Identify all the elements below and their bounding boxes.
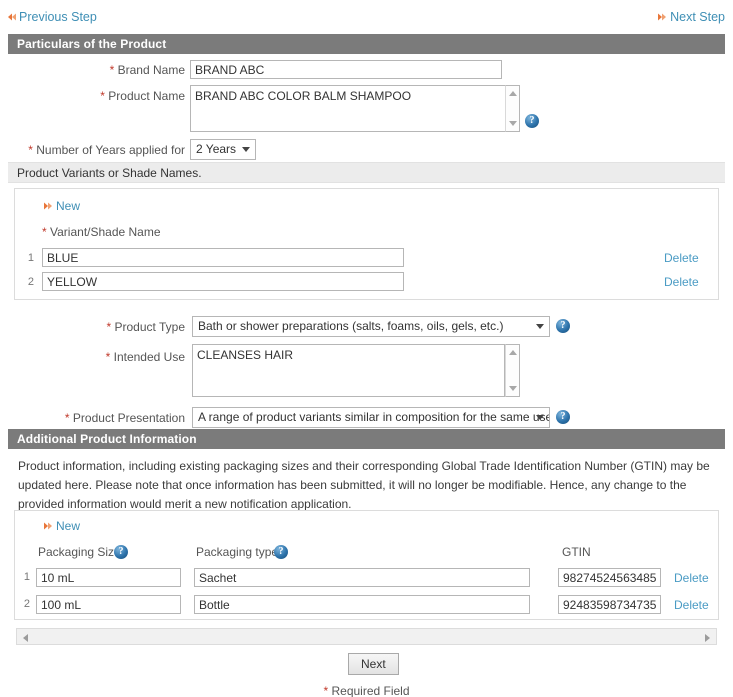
variant-name-column-header: * Variant/Shade Name xyxy=(42,225,161,239)
packaging-new-link[interactable]: New xyxy=(44,519,80,533)
product-type-select[interactable]: Bath or shower preparations (salts, foam… xyxy=(192,316,550,337)
scroll-down-icon[interactable] xyxy=(509,386,517,391)
product-type-label: * Product Type xyxy=(60,320,185,334)
intended-use-label: * Intended Use xyxy=(60,350,185,364)
product-name-scrollbar[interactable] xyxy=(505,85,520,132)
next-step-label: Next Step xyxy=(670,10,725,24)
packaging-type-input[interactable] xyxy=(194,568,530,587)
variant-name-column-label: Variant/Shade Name xyxy=(50,225,161,239)
packaging-type-column-header: Packaging type xyxy=(196,545,278,559)
section-title-variants: Product Variants or Shade Names. xyxy=(17,166,202,180)
packaging-new-label: New xyxy=(56,519,81,533)
required-marker: * xyxy=(42,225,47,239)
product-presentation-help-icon[interactable]: ? xyxy=(556,410,570,424)
packaging-size-input[interactable] xyxy=(36,595,181,614)
previous-step-link[interactable]: Previous Step xyxy=(8,10,97,24)
section-header-variants: Product Variants or Shade Names. xyxy=(8,162,725,183)
number-of-years-label: * Number of Years applied for xyxy=(20,143,185,157)
arrow-right-icon xyxy=(658,11,667,21)
arrow-left-icon xyxy=(8,11,17,21)
section-title-additional: Additional Product Information xyxy=(17,432,197,446)
previous-step-label: Previous Step xyxy=(19,10,97,24)
packaging-row-index: 1 xyxy=(23,571,30,583)
product-type-label-text: Product Type xyxy=(114,320,186,334)
packaging-size-help-icon[interactable]: ? xyxy=(114,545,128,559)
intended-use-scrollbar[interactable] xyxy=(505,344,520,397)
gtin-column-label: GTIN xyxy=(562,545,591,559)
brand-name-label-text: Brand Name xyxy=(117,63,185,77)
variant-delete-link[interactable]: Delete xyxy=(664,275,699,289)
required-marker: * xyxy=(106,320,112,334)
product-name-help-icon[interactable]: ? xyxy=(525,114,539,128)
variant-delete-link[interactable]: Delete xyxy=(664,251,699,265)
required-field-note-text: * Required Field xyxy=(323,684,410,697)
scroll-up-icon[interactable] xyxy=(509,91,517,96)
packaging-type-input[interactable] xyxy=(194,595,530,614)
chevron-down-icon xyxy=(536,324,544,329)
variants-new-label: New xyxy=(56,199,81,213)
packaging-delete-link[interactable]: Delete xyxy=(674,571,709,585)
chevron-down-icon xyxy=(242,147,250,152)
scroll-right-icon[interactable] xyxy=(705,634,710,642)
required-marker: * xyxy=(64,411,70,425)
product-type-help-icon[interactable]: ? xyxy=(556,319,570,333)
product-presentation-value: A range of product variants similar in c… xyxy=(198,410,550,424)
packaging-size-column-header: Packaging Size xyxy=(38,545,121,559)
product-type-value: Bath or shower preparations (salts, foam… xyxy=(198,319,504,333)
chevron-down-icon xyxy=(536,415,544,420)
gtin-input[interactable] xyxy=(558,595,661,614)
packaging-row-index: 2 xyxy=(23,598,30,610)
arrow-right-icon xyxy=(44,200,53,210)
variant-row-index: 1 xyxy=(27,252,34,264)
intended-use-label-text: Intended Use xyxy=(113,350,185,364)
intended-use-textarea[interactable] xyxy=(192,344,505,397)
additional-info-description: Product information, including existing … xyxy=(8,451,725,511)
next-button[interactable]: Next xyxy=(348,653,399,675)
packaging-size-column-label: Packaging Size xyxy=(38,545,121,559)
number-of-years-label-text: Number of Years applied for xyxy=(36,143,185,157)
variant-name-input[interactable] xyxy=(42,272,404,291)
arrow-right-icon xyxy=(44,520,53,530)
packaging-horizontal-scrollbar[interactable] xyxy=(16,628,717,645)
next-step-link[interactable]: Next Step xyxy=(658,10,725,24)
product-name-label-text: Product Name xyxy=(108,89,185,103)
product-notification-form: Previous Step Next Step Particulars of t… xyxy=(0,0,733,697)
variant-name-input[interactable] xyxy=(42,248,404,267)
packaging-size-input[interactable] xyxy=(36,568,181,587)
packaging-delete-link[interactable]: Delete xyxy=(674,598,709,612)
required-marker: * xyxy=(100,89,105,103)
brand-name-label: * Brand Name xyxy=(60,63,185,77)
required-marker: * xyxy=(105,350,111,364)
scroll-down-icon[interactable] xyxy=(509,121,517,126)
product-name-textarea[interactable] xyxy=(190,85,510,132)
additional-info-text: Product information, including existing … xyxy=(18,459,710,511)
section-title-particulars: Particulars of the Product xyxy=(17,37,167,51)
required-marker: * xyxy=(28,143,33,157)
product-presentation-label: * Product Presentation xyxy=(40,411,185,425)
packaging-type-help-icon[interactable]: ? xyxy=(274,545,288,559)
required-field-note: * Required Field xyxy=(0,684,733,697)
variant-row-index: 2 xyxy=(27,276,34,288)
product-presentation-select[interactable]: A range of product variants similar in c… xyxy=(192,407,550,428)
section-header-additional: Additional Product Information xyxy=(8,429,725,449)
scroll-left-icon[interactable] xyxy=(23,634,28,642)
step-navigation: Previous Step Next Step xyxy=(0,9,733,31)
required-marker: * xyxy=(109,63,115,77)
product-name-label: * Product Name xyxy=(55,89,185,103)
variants-new-link[interactable]: New xyxy=(44,199,80,213)
product-presentation-label-text: Product Presentation xyxy=(72,411,185,425)
gtin-column-header: GTIN xyxy=(562,545,591,559)
packaging-type-column-label: Packaging type xyxy=(196,545,279,559)
scroll-up-icon[interactable] xyxy=(509,350,517,355)
brand-name-input[interactable] xyxy=(190,60,502,79)
gtin-input[interactable] xyxy=(558,568,661,587)
section-header-particulars: Particulars of the Product xyxy=(8,34,725,54)
number-of-years-select[interactable]: 2 Years xyxy=(190,139,256,160)
number-of-years-value: 2 Years xyxy=(196,142,237,156)
